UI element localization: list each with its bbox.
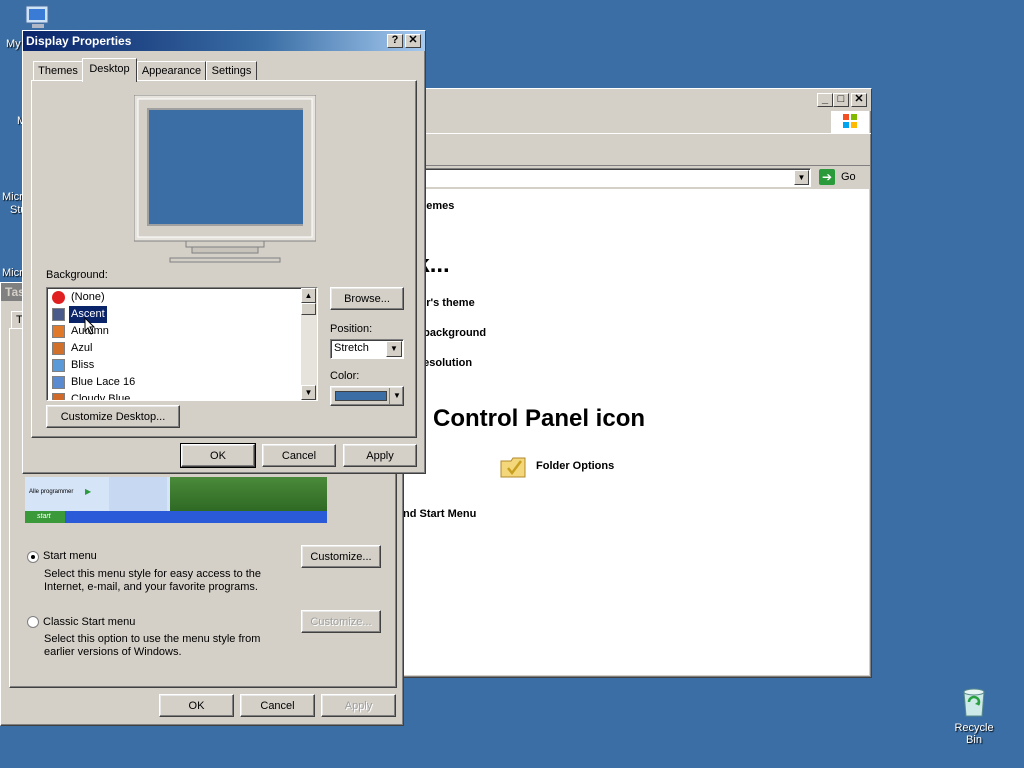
scroll-thumb[interactable] <box>301 303 316 315</box>
start-menu-radio[interactable] <box>27 551 39 563</box>
close-button[interactable]: ✕ <box>405 34 421 48</box>
apply-button[interactable]: Apply <box>321 694 396 717</box>
start-menu-desc-2: Internet, e-mail, and your favorite prog… <box>44 581 258 593</box>
list-item[interactable]: (None) <box>49 289 301 306</box>
go-arrow-icon: ➔ <box>819 169 835 185</box>
control-panel-window: _ □ ✕ ▼ ➔ Go d Themes sk... puter's them… <box>400 88 872 678</box>
dropdown-arrow-icon: ▼ <box>393 391 401 400</box>
toolbar <box>401 135 871 166</box>
none-icon <box>52 291 65 304</box>
color-label: Color: <box>330 370 360 382</box>
folder-options-link[interactable]: Folder Options <box>499 451 639 481</box>
preview-programs-label: Alle programmer <box>29 489 74 495</box>
preview-startmenu: Alle programmer ▶ <box>25 477 170 511</box>
address-input[interactable]: ▼ <box>401 168 811 187</box>
preview-wallpaper <box>170 477 327 511</box>
chevron-down-icon <box>389 388 390 404</box>
ok-button[interactable]: OK <box>180 443 256 468</box>
desktop-tab-panel: Background: (None) Ascent Autumn Azul Bl… <box>31 80 417 438</box>
classic-desc-2: earlier versions of Windows. <box>44 646 182 658</box>
go-label: Go <box>841 171 856 183</box>
link-start-menu[interactable]: nd Start Menu <box>403 508 476 520</box>
classic-start-menu-label: Classic Start menu <box>43 616 136 628</box>
address-dropdown-button[interactable]: ▼ <box>794 170 809 185</box>
window-title: Display Properties <box>26 34 132 48</box>
minimize-button[interactable]: _ <box>817 93 833 107</box>
display-properties-window: Display Properties ? ✕ Themes Desktop Ap… <box>22 30 426 474</box>
customize-classic-button[interactable]: Customize... <box>301 610 381 633</box>
go-button[interactable]: ➔ Go <box>817 168 867 187</box>
menu-bar <box>401 111 871 134</box>
list-scrollbar[interactable]: ▲ ▼ <box>301 288 317 400</box>
control-panel-titlebar <box>401 89 871 111</box>
list-item[interactable]: Cloudy Blue <box>49 391 301 401</box>
position-value: Stretch <box>334 342 369 354</box>
list-item-label: Cloudy Blue <box>71 393 131 401</box>
tab-themes[interactable]: Themes <box>33 61 83 81</box>
preview-start-button: start <box>25 511 65 523</box>
chevron-down-icon[interactable]: ▼ <box>386 341 402 357</box>
monitor-preview <box>133 94 317 271</box>
customize-desktop-button[interactable]: Customize Desktop... <box>46 405 180 428</box>
customize-start-button[interactable]: Customize... <box>301 545 381 568</box>
image-file-icon <box>52 393 65 400</box>
icon-heading: Control Panel icon <box>433 405 646 432</box>
tab-desktop[interactable]: Desktop <box>82 58 137 82</box>
tab-appearance[interactable]: Appearance <box>137 61 206 81</box>
close-button[interactable]: ✕ <box>851 93 867 107</box>
folder-options-label: Folder Options <box>536 460 615 472</box>
start-menu-label: Start menu <box>43 550 97 562</box>
recycle-bin-icon[interactable] <box>956 684 992 720</box>
position-label: Position: <box>330 323 373 335</box>
color-swatch <box>335 391 387 401</box>
control-panel-content: d Themes sk... puter's theme top backgro… <box>403 189 869 675</box>
help-button[interactable]: ? <box>387 34 403 48</box>
preview-taskbar: start <box>25 511 327 523</box>
image-file-icon <box>52 308 65 321</box>
classic-start-menu-radio[interactable] <box>27 616 39 628</box>
preview-panel <box>109 477 167 511</box>
classic-desc-1: Select this option to use the menu style… <box>44 633 261 645</box>
list-item[interactable]: Azul <box>49 340 301 357</box>
color-picker-button[interactable]: ▼ <box>330 386 404 406</box>
background-list[interactable]: (None) Ascent Autumn Azul Bliss Blue Lac… <box>46 287 318 401</box>
image-file-icon <box>52 359 65 372</box>
background-label: Background: <box>46 269 108 281</box>
list-item[interactable]: Blue Lace 16 <box>49 374 301 391</box>
list-item-label: Bliss <box>71 359 95 371</box>
cancel-button[interactable]: Cancel <box>262 444 336 467</box>
scroll-up-button[interactable]: ▲ <box>301 288 316 303</box>
start-menu-desc-1: Select this menu style for easy access t… <box>44 568 262 580</box>
image-file-icon <box>52 325 65 338</box>
desktop-icon-label: My <box>6 38 21 50</box>
browse-button[interactable]: Browse... <box>330 287 404 310</box>
folder-icon <box>499 453 529 481</box>
list-item-label: Blue Lace 16 <box>71 376 136 388</box>
list-item-label: (None) <box>71 291 105 303</box>
list-item[interactable]: Bliss <box>49 357 301 374</box>
display-properties-titlebar: Display Properties <box>23 31 425 51</box>
windows-logo <box>831 111 869 133</box>
image-file-icon <box>52 376 65 389</box>
taskbar-preview: Alle programmer ▶ start <box>25 477 327 523</box>
recycle-bin-label: Recycle Bin <box>954 722 994 746</box>
tab-settings[interactable]: Settings <box>206 61 257 81</box>
ok-button[interactable]: OK <box>159 694 234 717</box>
apply-button[interactable]: Apply <box>343 444 417 467</box>
preview-arrow-icon: ▶ <box>85 487 92 496</box>
mouse-cursor-icon <box>84 316 96 335</box>
maximize-button[interactable]: □ <box>833 93 849 107</box>
cancel-button[interactable]: Cancel <box>240 694 315 717</box>
position-select[interactable]: Stretch ▼ <box>330 339 404 359</box>
scroll-down-button[interactable]: ▼ <box>301 385 316 400</box>
list-item-label: Azul <box>71 342 93 354</box>
image-file-icon <box>52 342 65 355</box>
my-computer-icon[interactable] <box>22 4 56 32</box>
